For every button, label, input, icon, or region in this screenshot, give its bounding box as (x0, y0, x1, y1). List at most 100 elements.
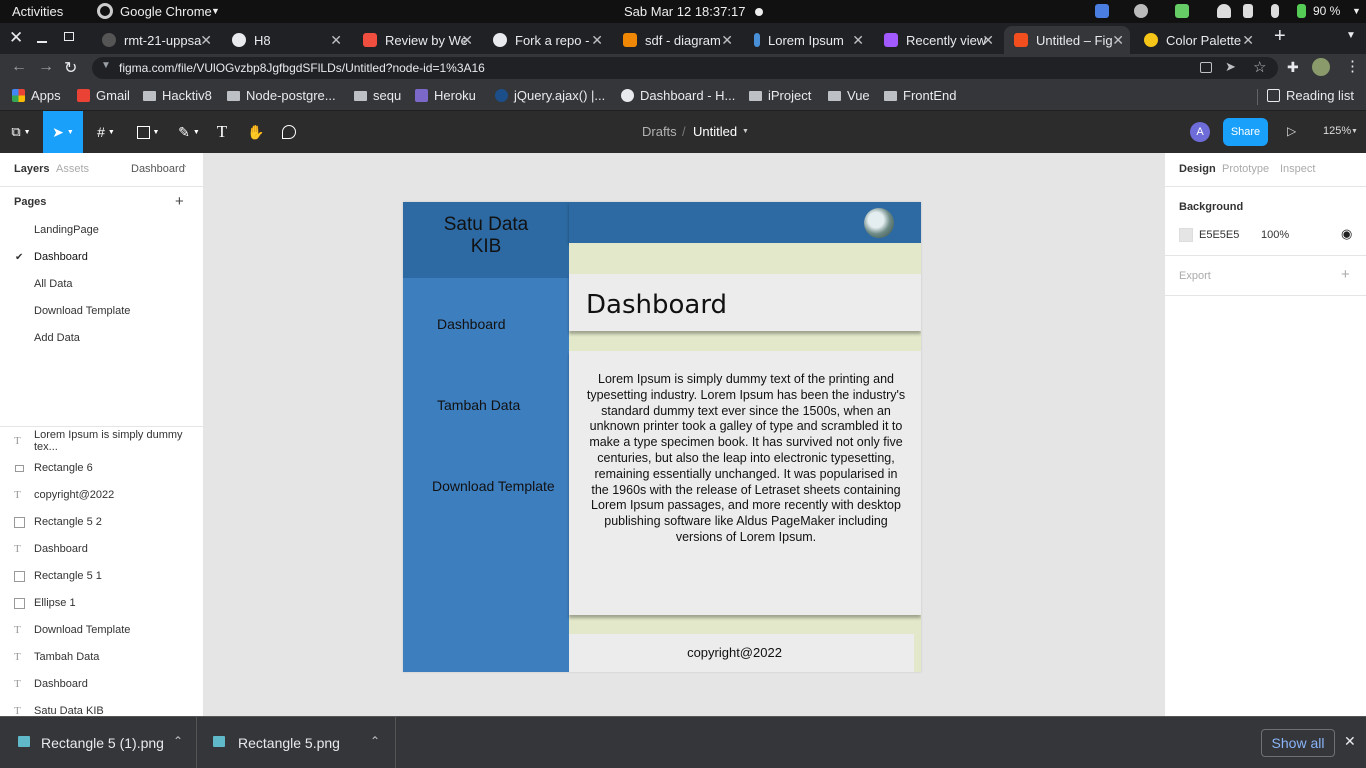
window-close-icon[interactable]: ✕ (9, 28, 23, 48)
show-all-button[interactable]: Show all (1261, 729, 1335, 757)
tab-h8[interactable]: H8 ✕ (222, 26, 348, 54)
bookmark-gmail[interactable]: Gmail (77, 88, 130, 103)
background-color-swatch[interactable] (1179, 228, 1193, 242)
bookmark-apps[interactable]: Apps (12, 88, 61, 103)
share-button[interactable]: Share (1223, 118, 1268, 146)
chevron-down-icon[interactable]: ▼ (1351, 128, 1358, 135)
add-page-button[interactable]: + (175, 193, 184, 210)
layer-item[interactable]: Rectangle 6 (0, 458, 203, 478)
breadcrumb-drafts[interactable]: Drafts (642, 124, 677, 139)
bookmark-star-icon[interactable]: ☆ (1253, 58, 1266, 76)
tab-review[interactable]: Review by We ✕ (353, 26, 479, 54)
figma-main-menu[interactable]: ⧉ ▼ (0, 111, 42, 153)
layer-item[interactable]: T Dashboard (0, 674, 203, 694)
layer-item[interactable]: T Download Template (0, 620, 203, 640)
chevron-down-icon[interactable]: ▼ (742, 128, 749, 135)
tab-recently-viewed[interactable]: Recently view ✕ (874, 26, 1000, 54)
send-icon[interactable]: ➤ (1225, 59, 1236, 75)
move-tool[interactable]: ➤ ▼ (43, 111, 83, 153)
zoom-icon[interactable] (1095, 4, 1109, 18)
footer-card[interactable]: copyright@2022 (569, 634, 916, 672)
tab-close-icon[interactable]: ✕ (721, 32, 733, 49)
page-dropdown[interactable]: Dashboard (131, 163, 185, 175)
window-restore-icon[interactable] (64, 32, 74, 41)
layer-item[interactable]: Ellipse 1 (0, 593, 203, 613)
tab-close-icon[interactable]: ✕ (1112, 32, 1124, 49)
eye-icon[interactable]: ◉ (1341, 226, 1352, 242)
bookmark-vue[interactable]: Vue (828, 88, 870, 103)
close-shelf-icon[interactable]: ✕ (1344, 733, 1356, 750)
background-opacity-input[interactable]: 100% (1261, 229, 1289, 241)
download-item[interactable]: Rectangle 5 (1).png ⌃ (0, 717, 197, 768)
zoom-level[interactable]: 125% (1323, 125, 1351, 137)
tab-color-palette[interactable]: Color Palette ✕ (1134, 26, 1260, 54)
profile-avatar[interactable] (1312, 58, 1330, 76)
tab-sdf-diagram[interactable]: sdf - diagram ✕ (613, 26, 739, 54)
chevron-up-icon[interactable]: ⌃ (173, 734, 183, 748)
bookmark-hacktiv8[interactable]: Hacktiv8 (143, 88, 212, 103)
file-name[interactable]: Untitled (693, 124, 737, 139)
system-menu-chevron-icon[interactable]: ▼ (1352, 6, 1361, 16)
tab-design[interactable]: Design (1179, 163, 1216, 175)
tab-assets[interactable]: Assets (56, 163, 89, 175)
tab-search-chevron-icon[interactable]: ▼ (1346, 30, 1356, 41)
page-item-all-data[interactable]: All Data (0, 274, 203, 294)
url-text[interactable]: figma.com/file/VUlOGvzbp8JgfbgdSFlLDs/Un… (119, 61, 485, 75)
tab-close-icon[interactable]: ✕ (982, 32, 994, 49)
text-tool[interactable]: T (209, 111, 235, 153)
tab-prototype[interactable]: Prototype (1222, 163, 1269, 175)
bookmark-heroku[interactable]: Heroku (415, 88, 476, 103)
avatar[interactable]: A (1190, 122, 1210, 142)
chevron-up-icon[interactable]: ⌃ (181, 164, 188, 173)
dashboard-frame[interactable]: Satu Data KIB Dashboard Tambah Data Down… (403, 202, 921, 672)
layer-item[interactable]: T copyright@2022 (0, 485, 203, 505)
microphone-icon[interactable] (1271, 4, 1279, 18)
layer-item[interactable]: Rectangle 5 2 (0, 512, 203, 532)
page-item-add-data[interactable]: Add Data (0, 328, 203, 348)
tab-close-icon[interactable]: ✕ (330, 32, 342, 49)
bookmark-sequ[interactable]: sequ (354, 88, 401, 103)
tab-fork[interactable]: Fork a repo - ✕ (483, 26, 609, 54)
chevron-up-icon[interactable]: ⌃ (370, 734, 380, 748)
extensions-icon[interactable]: ✚ (1287, 59, 1299, 76)
bookmark-dashboard[interactable]: Dashboard - H... (621, 88, 735, 103)
volume-icon[interactable] (1243, 4, 1253, 18)
bookmark-jquery[interactable]: jQuery.ajax() |... (495, 88, 605, 103)
pen-tool[interactable]: ✎ ▼ (169, 111, 209, 153)
reading-list-button[interactable]: Reading list (1267, 88, 1354, 103)
shield-icon[interactable] (1175, 4, 1189, 18)
address-bar[interactable]: ▼ figma.com/file/VUlOGvzbp8JgfbgdSFlLDs/… (92, 57, 1278, 79)
screenshot-icon[interactable] (1200, 62, 1212, 73)
nav-dashboard[interactable]: Dashboard (437, 316, 506, 332)
content-card[interactable]: Lorem Ipsum is simply dummy text of the … (569, 351, 921, 615)
design-canvas[interactable]: Satu Data KIB Dashboard Tambah Data Down… (204, 153, 1346, 716)
present-play-icon[interactable]: ▷ (1287, 124, 1296, 138)
page-item-download-template[interactable]: Download Template (0, 301, 203, 321)
clock[interactable]: Sab Mar 12 18:37:17 (624, 4, 745, 19)
download-item[interactable]: Rectangle 5.png ⌃ (198, 717, 396, 768)
tab-lorem-ipsum[interactable]: Lorem Ipsum ✕ (744, 26, 870, 54)
tab-close-icon[interactable]: ✕ (200, 32, 212, 49)
tab-close-icon[interactable]: ✕ (852, 32, 864, 49)
bookmark-node-postgres[interactable]: Node-postgre... (227, 88, 336, 103)
page-item-landingpage[interactable]: LandingPage (0, 220, 203, 240)
frame-tool[interactable]: # ▼ (86, 111, 126, 153)
frame-logo-block[interactable]: Satu Data KIB (403, 202, 569, 278)
bookmark-iproject[interactable]: iProject (749, 88, 811, 103)
chrome-menu-icon[interactable]: ⋮ (1345, 57, 1360, 75)
activities-button[interactable]: Activities (12, 4, 63, 19)
reload-button[interactable]: ↻ (64, 58, 77, 78)
window-minimize-icon[interactable] (37, 41, 47, 43)
tab-close-icon[interactable]: ✕ (591, 32, 603, 49)
forward-button[interactable]: → (38, 58, 54, 76)
wifi-icon[interactable] (1217, 4, 1231, 18)
tab-close-icon[interactable]: ✕ (461, 32, 473, 49)
layer-item[interactable]: T Dashboard (0, 539, 203, 559)
layer-item[interactable]: T Lorem Ipsum is simply dummy tex... (0, 429, 203, 453)
hand-tool[interactable]: ✋ (243, 111, 269, 153)
layer-item[interactable]: T Tambah Data (0, 647, 203, 667)
discord-icon[interactable] (1134, 4, 1148, 18)
user-avatar[interactable] (864, 208, 894, 238)
title-card[interactable]: Dashboard (569, 274, 921, 331)
tab-untitled-figma[interactable]: Untitled – Fig ✕ (1004, 26, 1130, 54)
